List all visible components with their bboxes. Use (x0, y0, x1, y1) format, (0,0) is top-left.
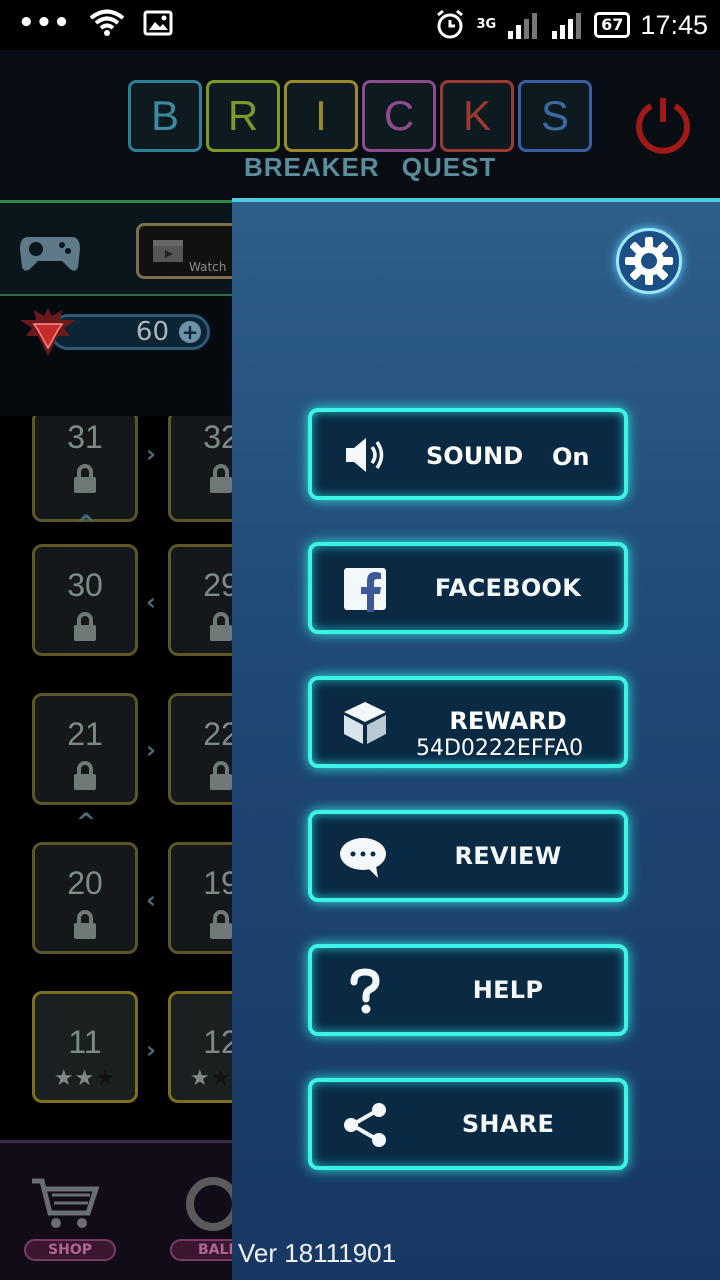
settings-drawer: SOUND On FACEBOOK REWARD 54D0222EFFA0 RE… (232, 198, 720, 1280)
game-subtitle: BREAKER QUEST (244, 152, 497, 182)
gem-icon (20, 308, 76, 356)
path-arrow: › (146, 1036, 156, 1064)
share-label: SHARE (461, 1110, 555, 1138)
review-button[interactable]: REVIEW (308, 810, 628, 902)
game-header: B R I C K S BREAKER QUEST (0, 50, 720, 200)
level-tile[interactable]: 31 (32, 416, 138, 522)
level-number: 11 (68, 1024, 102, 1060)
gear-icon (625, 237, 673, 285)
help-button[interactable]: HELP (308, 944, 628, 1036)
sound-toggle-button[interactable]: SOUND On (308, 408, 628, 500)
lock-icon (210, 761, 232, 790)
path-arrow: ‹ (146, 886, 156, 914)
level-number: 32 (203, 419, 232, 455)
shop-button[interactable]: SHOP (24, 1239, 116, 1261)
lock-icon (74, 761, 96, 790)
path-arrow-up: ^ (76, 808, 97, 836)
level-number: 19 (203, 865, 232, 901)
share-icon (344, 1103, 386, 1147)
help-label: HELP (472, 976, 544, 1004)
notification-dots: ••• (18, 8, 71, 38)
path-arrow: › (146, 440, 156, 468)
facebook-icon (344, 568, 386, 612)
level-number: 30 (67, 567, 103, 603)
level-tile[interactable]: 30 (32, 544, 138, 656)
level-tile[interactable]: 32 (168, 416, 232, 522)
lock-icon (74, 464, 96, 493)
battery-indicator: 67 (594, 12, 631, 38)
speaker-icon (346, 438, 384, 472)
version-label: Ver 18111901 (238, 1238, 397, 1268)
cart-icon[interactable] (30, 1173, 100, 1233)
lock-icon (210, 612, 232, 641)
alarm-icon (437, 9, 464, 39)
level-tile[interactable]: 12 ★★★ (168, 991, 232, 1103)
logo-letter: I (284, 80, 358, 152)
share-button[interactable]: SHARE (308, 1078, 628, 1170)
network-type: 3G (476, 17, 497, 32)
reward-button[interactable]: REWARD 54D0222EFFA0 (308, 676, 628, 768)
logo-letter: B (128, 80, 202, 152)
path-arrow: › (146, 736, 156, 764)
gamepad-icon[interactable] (18, 227, 82, 275)
signal-icon (508, 13, 538, 39)
level-number: 12 (203, 1024, 232, 1060)
star-rating: ★★★ (53, 1066, 117, 1091)
power-icon[interactable] (632, 92, 694, 154)
image-notification-icon (143, 10, 173, 36)
wifi-icon (89, 9, 125, 36)
level-grid: 31 › 32 ^ 30 ‹ 29 21 › 22 ^ 20 ‹ 19 11 ★… (0, 416, 232, 1140)
level-tile[interactable]: 11 ★★★ (32, 991, 138, 1103)
status-bar: ••• 3G 67 17:45 (0, 0, 720, 50)
gem-row: 60 + (0, 296, 232, 416)
clock: 17:45 (640, 10, 708, 40)
lock-icon (210, 464, 232, 493)
game-toolbar: Watch (0, 200, 246, 296)
add-gems-icon[interactable]: + (179, 321, 201, 343)
path-arrow-up: ^ (76, 510, 97, 538)
clapperboard-icon (153, 240, 183, 262)
box-icon (344, 702, 386, 744)
level-number: 31 (67, 419, 103, 455)
facebook-button[interactable]: FACEBOOK (308, 542, 628, 634)
level-tile[interactable]: 21 (32, 693, 138, 805)
reward-label: REWARD (449, 707, 567, 735)
logo-letter: S (518, 80, 592, 152)
review-label: REVIEW (454, 842, 562, 870)
lock-icon (210, 910, 232, 939)
facebook-label: FACEBOOK (434, 574, 582, 602)
sound-state: On (552, 443, 590, 471)
path-arrow: ‹ (146, 588, 156, 616)
bottom-nav: SHOP BALL (0, 1140, 250, 1280)
logo-letter: K (440, 80, 514, 152)
lock-icon (74, 612, 96, 641)
level-number: 20 (67, 865, 103, 901)
level-number: 22 (203, 716, 232, 752)
level-number: 29 (203, 567, 232, 603)
logo-letter: C (362, 80, 436, 152)
logo-letter: R (206, 80, 280, 152)
lock-icon (74, 910, 96, 939)
chat-bubble-icon (340, 838, 386, 878)
star-rating: ★★★ (189, 1066, 232, 1091)
level-tile[interactable]: 19 (168, 842, 232, 954)
level-tile[interactable]: 22 (168, 693, 232, 805)
watch-video-button[interactable]: Watch (136, 223, 246, 279)
reward-code: 54D0222EFFA0 (416, 736, 584, 761)
gem-count: 60 (135, 317, 169, 347)
level-tile[interactable]: 29 (168, 544, 232, 656)
level-number: 21 (67, 716, 103, 752)
sound-label: SOUND (426, 442, 524, 470)
watch-label: Watch (189, 260, 227, 274)
level-tile[interactable]: 20 (32, 842, 138, 954)
game-logo: B R I C K S (128, 80, 592, 152)
question-icon (350, 968, 380, 1014)
signal-icon-2 (552, 13, 582, 39)
settings-button[interactable] (616, 228, 682, 294)
